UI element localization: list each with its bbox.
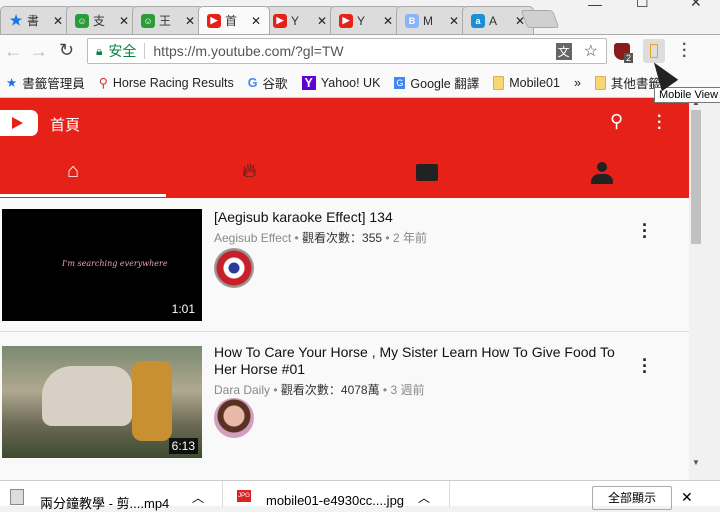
scrollbar-thumb[interactable]: [691, 110, 701, 244]
browser-tab[interactable]: ▶ Y ✕: [330, 6, 402, 34]
bookmark-google[interactable]: G 谷歌: [248, 73, 288, 92]
download-bar: 兩分鐘教學 - 剪....mp4 ︿ JPG mobile01-e4930cc.…: [0, 480, 720, 511]
translate-icon[interactable]: 文: [555, 42, 572, 60]
close-tab-icon[interactable]: ✕: [119, 14, 129, 28]
translate-icon: G: [394, 76, 406, 89]
bookmark-horse-racing[interactable]: ⚲ Horse Racing Results: [98, 75, 234, 91]
star-icon: ★: [6, 76, 18, 90]
minimize-button[interactable]: —: [588, 0, 602, 12]
close-tab-icon[interactable]: ✕: [53, 14, 63, 28]
bookmarks-bar: ★ 書籤管理員 ⚲ Horse Racing Results G 谷歌 Y Yahoo!…: [0, 68, 720, 98]
channel-avatar[interactable]: [214, 398, 254, 438]
subscriptions-icon: [416, 164, 438, 181]
folder-icon: [594, 75, 606, 90]
url-text[interactable]: https://m.youtube.com/?gl=TW: [153, 43, 343, 59]
reload-icon[interactable]: ↻: [59, 40, 74, 61]
close-tab-icon[interactable]: ✕: [251, 14, 261, 28]
scrollbar[interactable]: ▲ ▼: [689, 98, 720, 480]
folder-icon: [493, 75, 505, 90]
close-download-bar-button[interactable]: ✕: [681, 489, 693, 506]
maximize-button[interactable]: ☐: [636, 0, 649, 11]
video-card[interactable]: 6:13 How To Care Your Horse , My Sister …: [0, 333, 689, 480]
close-tab-icon[interactable]: ✕: [449, 14, 459, 28]
bookmarks-overflow[interactable]: »: [574, 76, 581, 90]
browser-tab[interactable]: B M ✕: [396, 6, 468, 34]
browser-tab-active[interactable]: ▶ 首 ✕: [198, 6, 270, 34]
chevron-up-icon[interactable]: ︿: [418, 489, 430, 506]
menu-icon[interactable]: · · ·: [682, 37, 687, 65]
browser-tab[interactable]: ★ 書 ✕: [0, 6, 72, 34]
tab-trending[interactable]: 🔥︎: [172, 150, 338, 197]
ublock-badge: 2: [624, 53, 634, 63]
star-icon: ★: [9, 12, 23, 28]
bookmark-google-translate[interactable]: G Google 翻譯: [394, 73, 479, 92]
video-thumbnail[interactable]: I'm searching everywhere 1:01: [2, 209, 202, 321]
youtube-icon: ▶: [339, 13, 353, 28]
show-all-button[interactable]: 全部顯示: [592, 486, 672, 510]
close-tab-icon[interactable]: ✕: [383, 14, 393, 28]
channel-avatar[interactable]: [214, 248, 254, 288]
video-thumbnail[interactable]: 6:13: [2, 346, 202, 458]
new-tab-button[interactable]: [520, 10, 560, 28]
video-meta: Aegisub Effect • 觀看次數：355 • 2 年前: [214, 231, 427, 245]
chevron-up-icon[interactable]: ︿: [192, 489, 204, 506]
close-tab-icon[interactable]: ✕: [185, 14, 195, 28]
tab-account[interactable]: [516, 150, 682, 197]
video-meta: Dara Daily • 觀看次數：4078萬 • 3 週前: [214, 383, 425, 397]
more-options-icon[interactable]: · · ·: [641, 216, 649, 246]
download-item[interactable]: 兩分鐘教學 - 剪....mp4: [40, 493, 169, 512]
forward-icon[interactable]: →: [30, 41, 48, 62]
lock-icon: 🔒︎: [96, 43, 103, 58]
youtube-icon: ▶: [207, 13, 221, 28]
video-file-icon: [10, 489, 24, 505]
more-icon[interactable]: · · ·: [657, 109, 662, 137]
video-title[interactable]: How To Care Your Horse , My Sister Learn…: [214, 344, 624, 378]
tab-home[interactable]: ⌂: [0, 150, 166, 197]
more-options-icon[interactable]: · · ·: [641, 351, 649, 381]
video-title[interactable]: [Aegisub karaoke Effect] 134: [214, 209, 624, 226]
android-icon: ☺: [75, 13, 89, 28]
a-icon: a: [471, 13, 485, 28]
bookmark-star-icon[interactable]: ☆: [584, 41, 598, 61]
duration-badge: 6:13: [168, 438, 198, 454]
window-close-button[interactable]: ✕: [690, 0, 702, 11]
address-bar[interactable]: 🔒︎ 安全 https://m.youtube.com/?gl=TW 文 ☆: [87, 38, 607, 64]
bookmark-manager[interactable]: ★ 書籤管理員: [6, 73, 85, 92]
bookmark-yahoo[interactable]: Y Yahoo! UK: [301, 75, 380, 90]
browser-tab[interactable]: ☺ 支 ✕: [66, 6, 138, 34]
tab-strip: ★ 書 ✕ ☺ 支 ✕ ☺ 王 ✕ ▶ 首 ✕ ▶ Y ✕ ▶ Y ✕ B M ✕ a A ✕: [0, 0, 720, 34]
mobile-icon: [650, 44, 658, 58]
b-icon: B: [405, 13, 419, 28]
youtube-header: 首頁 ⚲ · · · ⌂ 🔥︎: [0, 98, 689, 198]
youtube-logo[interactable]: [0, 110, 38, 136]
page-title: 首頁: [50, 117, 81, 134]
duration-badge: 1:01: [168, 301, 198, 317]
video-feed: I'm searching everywhere 1:01 [Aegisub k…: [0, 198, 689, 480]
jpg-file-icon: JPG: [237, 490, 251, 502]
android-icon: ☺: [141, 13, 155, 28]
tab-subscriptions[interactable]: [344, 150, 510, 197]
yahoo-icon: Y: [301, 75, 316, 90]
account-icon: [591, 162, 613, 184]
bookmark-mobile01[interactable]: Mobile01: [493, 75, 560, 90]
home-icon: ⌂: [67, 160, 80, 182]
fire-icon: 🔥︎: [242, 160, 257, 182]
close-tab-icon[interactable]: ✕: [317, 14, 327, 28]
browser-tab[interactable]: ☺ 王 ✕: [132, 6, 204, 34]
browser-tab[interactable]: ▶ Y ✕: [264, 6, 336, 34]
video-card[interactable]: I'm searching everywhere 1:01 [Aegisub k…: [0, 198, 689, 332]
secure-label: 安全: [108, 43, 137, 59]
back-icon[interactable]: ←: [4, 41, 22, 62]
pin-icon: ⚲: [98, 76, 108, 90]
search-icon[interactable]: ⚲: [610, 111, 623, 132]
google-icon: G: [247, 75, 258, 90]
youtube-icon: ▶: [273, 13, 287, 28]
